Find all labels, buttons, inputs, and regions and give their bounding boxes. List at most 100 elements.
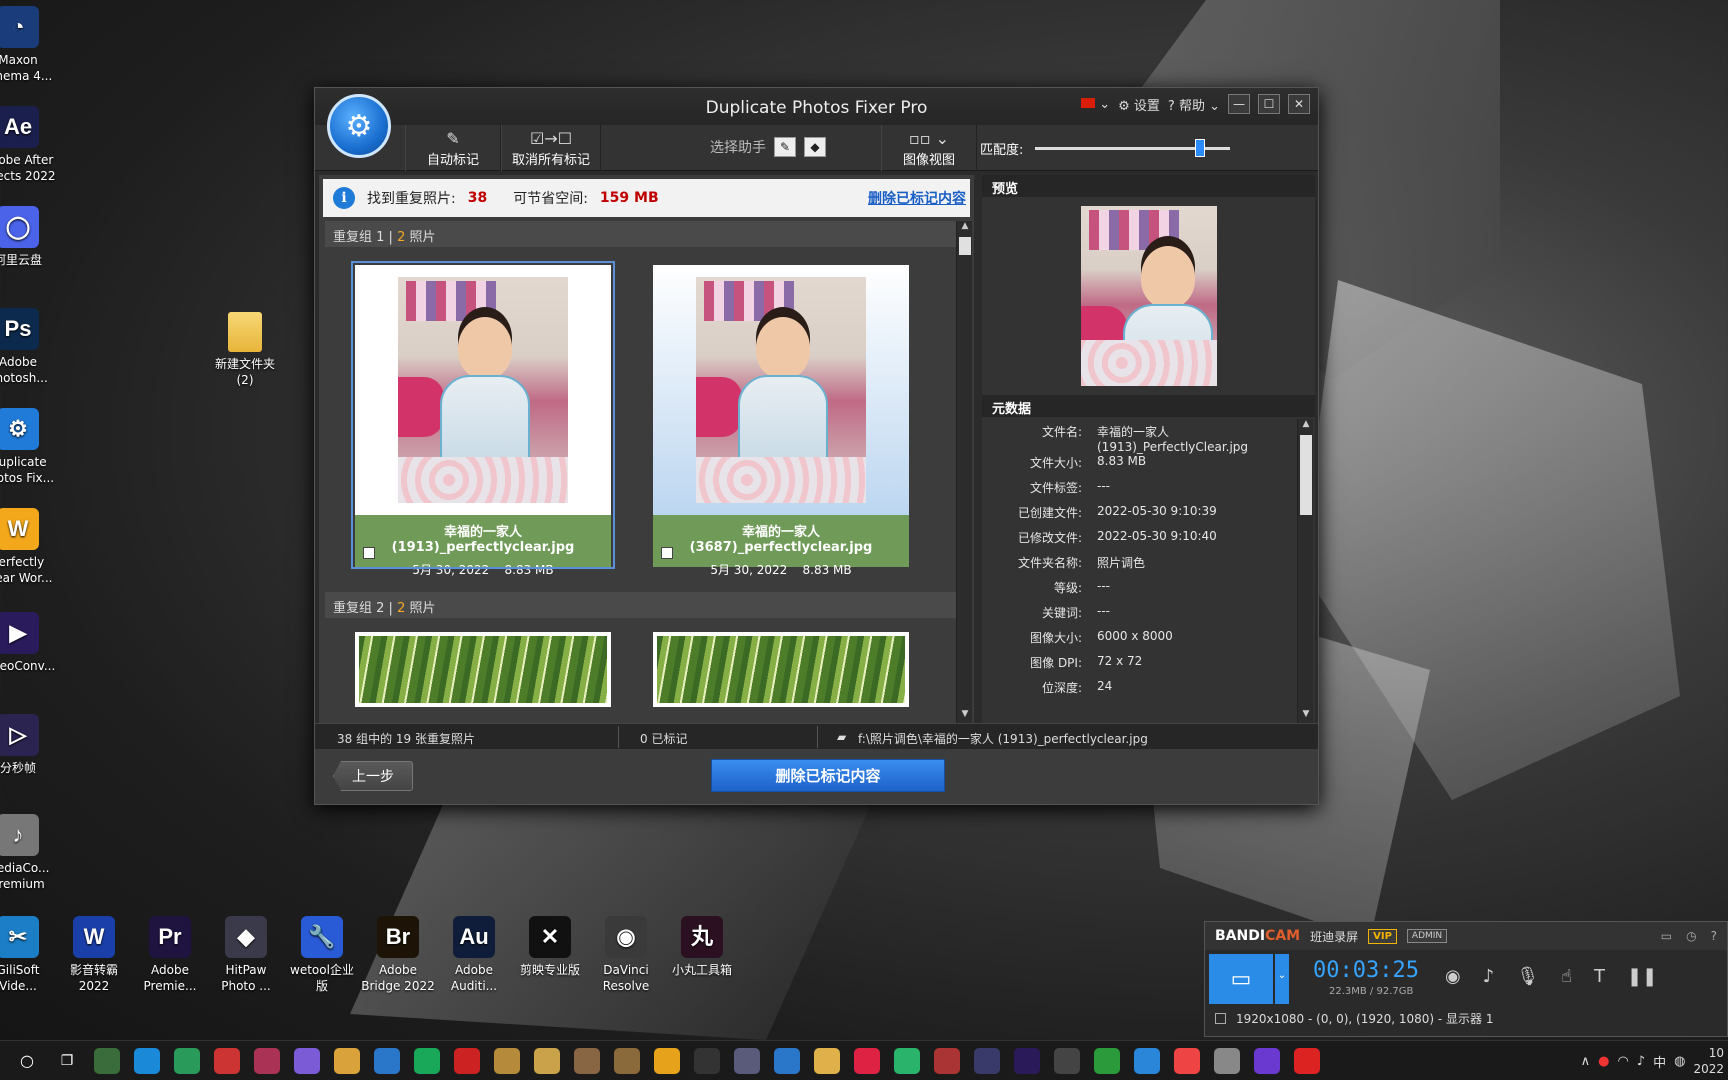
match-level-slider[interactable]: [1035, 139, 1231, 157]
photo-thumbnail[interactable]: [653, 265, 909, 515]
desktop-icon[interactable]: ♪ MediaCo... Premium: [0, 814, 60, 892]
record-icon[interactable]: ●: [1598, 1054, 1609, 1069]
unmark-all-button[interactable]: ☑→☐ 取消所有标记: [501, 125, 601, 171]
taskbar-app-icon[interactable]: [1134, 1047, 1160, 1074]
bandicam-header[interactable]: BANDICAM 班迪录屏 VIP ADMIN ▭ ◷?: [1205, 922, 1727, 950]
taskbar-app-icon[interactable]: [494, 1047, 520, 1074]
desktop-icon[interactable]: Au Adobe Auditi...: [432, 916, 516, 994]
photo-thumbnail[interactable]: [653, 632, 909, 707]
taskbar-app-icon[interactable]: [294, 1047, 320, 1074]
taskbar-app-icon[interactable]: [694, 1047, 720, 1074]
taskbar-app-icon[interactable]: [1014, 1047, 1040, 1074]
task-view-icon[interactable]: ❐: [54, 1048, 80, 1074]
taskbar-app-icon[interactable]: [374, 1047, 400, 1074]
desktop-icon[interactable]: Pr Adobe Premie...: [128, 916, 212, 994]
close-button[interactable]: ✕: [1288, 94, 1310, 114]
maximize-button[interactable]: ☐: [1258, 94, 1280, 114]
desktop-icon[interactable]: W Perfectly Clear Wor...: [0, 508, 60, 586]
resolution-checkbox[interactable]: [1215, 1013, 1226, 1024]
taskbar-app-icon[interactable]: [534, 1047, 560, 1074]
folder-icon[interactable]: ▭: [1661, 929, 1672, 943]
taskbar-app-icon[interactable]: [1214, 1047, 1240, 1074]
desktop-icon[interactable]: ⚙ Duplicate Photos Fix...: [0, 408, 60, 486]
results-scrollbar[interactable]: ▲ ▼: [956, 221, 972, 723]
desktop-icon[interactable]: Ae Adobe After Effects 2022: [0, 106, 60, 184]
taskbar-app-icon[interactable]: [1054, 1047, 1080, 1074]
screen-mode-button[interactable]: ▭: [1209, 954, 1273, 1004]
photo-checkbox[interactable]: [661, 547, 673, 559]
desktop-icon[interactable]: ✕ 剪映专业版: [508, 916, 592, 978]
taskbar-app-icon[interactable]: [174, 1047, 200, 1074]
taskbar-app-icon[interactable]: [414, 1047, 440, 1074]
taskbar-app-icon[interactable]: [974, 1047, 1000, 1074]
clock-icon[interactable]: ◷: [1686, 929, 1696, 943]
pause-icon[interactable]: ❚❚: [1627, 966, 1657, 987]
taskbar-app-icon[interactable]: [854, 1047, 880, 1074]
photo-thumbnail[interactable]: [355, 632, 611, 707]
desktop-icon[interactable]: ✂ GiliSoft Vide...: [0, 916, 60, 994]
scroll-up-icon[interactable]: ▲: [1298, 419, 1314, 433]
delete-marked-link[interactable]: 删除已标记内容: [868, 188, 966, 208]
taskbar-app-icon[interactable]: [334, 1047, 360, 1074]
scroll-up-icon[interactable]: ▲: [957, 221, 973, 235]
minimize-button[interactable]: —: [1228, 94, 1250, 114]
taskbar-app-icon[interactable]: [774, 1047, 800, 1074]
auto-mark-button[interactable]: ✎ 自动标记: [405, 125, 501, 171]
select-helper-eraser-button[interactable]: ◆: [804, 137, 826, 157]
photo-card[interactable]: 幸福的一家人 (1913)_perfectlyclear.jpg 5月 30, …: [351, 261, 615, 577]
desktop-icon[interactable]: 🔧 wetool企业 版: [280, 916, 364, 994]
taskbar-app-icon[interactable]: [934, 1047, 960, 1074]
desktop-icon[interactable]: ◉ DaVinci Resolve: [584, 916, 668, 994]
scroll-down-icon[interactable]: ▼: [957, 709, 973, 723]
settings-button[interactable]: ⚙ 设置: [1118, 95, 1160, 114]
screen-mode-dropdown[interactable]: ⌄: [1275, 954, 1289, 1004]
desktop-icon[interactable]: ▶ VideoConv...: [0, 612, 60, 674]
volume-icon[interactable]: ♪: [1637, 1054, 1645, 1069]
image-view-button[interactable]: ▫▫ ⌄ 图像视图: [881, 125, 977, 171]
taskbar-app-icon[interactable]: [734, 1047, 760, 1074]
photo-thumbnail[interactable]: [355, 265, 611, 515]
ime-indicator[interactable]: 中: [1653, 1052, 1666, 1071]
text-overlay-icon[interactable]: T: [1594, 966, 1605, 987]
desktop-icon[interactable]: Br Adobe Bridge 2022: [356, 916, 440, 994]
taskbar-app-icon[interactable]: [614, 1047, 640, 1074]
taskbar-app-icon[interactable]: [1294, 1047, 1320, 1074]
help-button[interactable]: ? 帮助 ⌄: [1168, 95, 1220, 114]
language-flag-button[interactable]: ⌄: [1081, 97, 1110, 112]
photo-card[interactable]: 幸福的一家人 (3687)_perfectlyclear.jpg 5月 30, …: [653, 265, 909, 577]
taskbar-app-icon[interactable]: [894, 1047, 920, 1074]
taskbar-app-icon[interactable]: [454, 1047, 480, 1074]
system-clock[interactable]: 10 2022: [1693, 1045, 1724, 1077]
tray-chevron-icon[interactable]: ∧: [1581, 1054, 1591, 1069]
desktop-folder[interactable]: 新建文件夹 (2): [203, 312, 287, 388]
scroll-thumb[interactable]: [1300, 435, 1312, 515]
taskbar-app-icon[interactable]: [1174, 1047, 1200, 1074]
select-helper-wand-button[interactable]: ✎: [774, 137, 796, 157]
taskbar-app-icon[interactable]: [254, 1047, 280, 1074]
photo-checkbox[interactable]: [363, 547, 375, 559]
desktop-icon[interactable]: W 影音转霸 2022: [52, 916, 136, 994]
desktop-icon[interactable]: 丸小丸工具箱: [660, 916, 744, 978]
help-icon[interactable]: ?: [1711, 929, 1717, 943]
webcam-icon[interactable]: ◉: [1445, 966, 1461, 987]
match-level-slider-thumb[interactable]: [1195, 139, 1206, 157]
taskbar-app-icon[interactable]: [1094, 1047, 1120, 1074]
back-button[interactable]: 上一步: [333, 761, 413, 791]
desktop-icon[interactable]: ◆ HitPaw Photo ...: [204, 916, 288, 994]
metadata-scrollbar[interactable]: ▲ ▼: [1297, 419, 1313, 723]
desktop-icon[interactable]: ▷ 分秒帧: [0, 714, 60, 776]
desktop-icon[interactable]: ◯ 阿里云盘: [0, 206, 60, 268]
speaker-icon[interactable]: ♪: [1483, 966, 1495, 987]
taskbar-app-icon[interactable]: [814, 1047, 840, 1074]
wifi-icon[interactable]: ◠: [1617, 1054, 1628, 1069]
cursor-effect-icon[interactable]: ☝: [1561, 966, 1572, 987]
scroll-thumb[interactable]: [959, 237, 971, 255]
taskbar-app-icon[interactable]: [94, 1047, 120, 1074]
microphone-icon[interactable]: 🎙: [1516, 966, 1539, 987]
taskbar-app-icon[interactable]: [1254, 1047, 1280, 1074]
ime-icon[interactable]: ◍: [1674, 1054, 1685, 1069]
scroll-down-icon[interactable]: ▼: [1298, 709, 1314, 723]
search-icon[interactable]: ○: [14, 1048, 40, 1074]
taskbar-app-icon[interactable]: [574, 1047, 600, 1074]
taskbar-app-icon[interactable]: [214, 1047, 240, 1074]
